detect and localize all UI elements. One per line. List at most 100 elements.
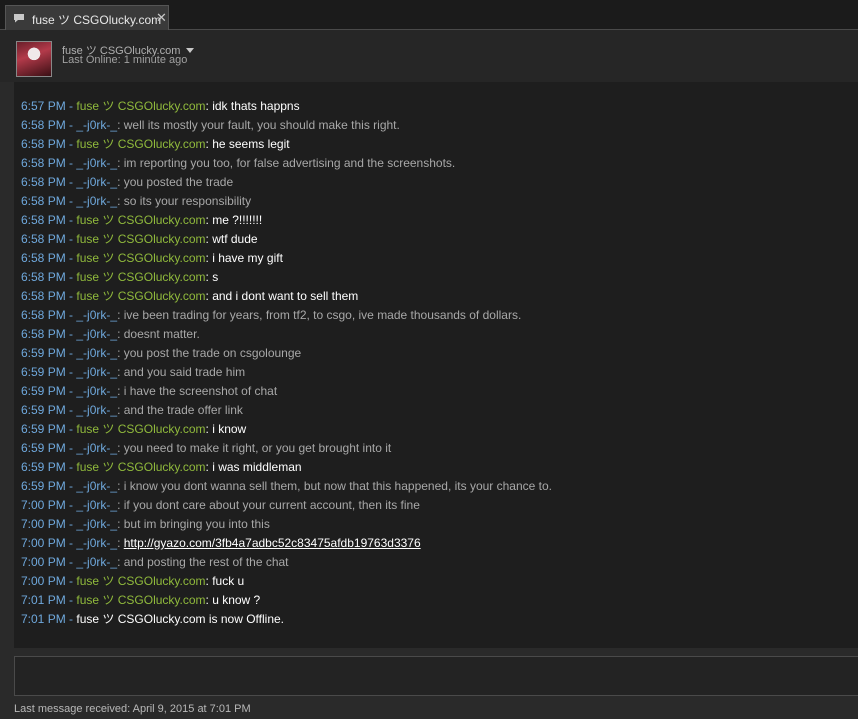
chat-log[interactable]: 6:57 PM - fuse ツ CSGOlucky.com: idk that… [14, 82, 858, 648]
message-colon: : [117, 327, 124, 341]
message-separator: - [65, 99, 77, 113]
message-colon: : [117, 194, 124, 208]
message-sender[interactable]: _-j0rk-_ [76, 156, 117, 170]
message-sender[interactable]: fuse ツ CSGOlucky.com [76, 270, 205, 284]
message-text: u know ? [212, 593, 261, 607]
message-colon: : [117, 118, 124, 132]
message-colon: : [117, 517, 124, 531]
message-separator: - [65, 612, 77, 626]
message-separator: - [65, 232, 77, 246]
message-timestamp: 6:57 PM [21, 99, 66, 113]
chat-message: 6:59 PM - _-j0rk-_: you need to make it … [21, 439, 391, 458]
message-colon: : [117, 365, 124, 379]
message-colon: : [117, 308, 124, 322]
close-icon[interactable]: ✕ [156, 10, 167, 26]
message-sender[interactable]: _-j0rk-_ [76, 536, 117, 550]
message-separator: - [65, 517, 77, 531]
message-sender[interactable]: fuse ツ CSGOlucky.com [76, 213, 205, 227]
message-separator: - [65, 479, 77, 493]
message-timestamp: 6:59 PM [21, 460, 66, 474]
message-sender[interactable]: fuse ツ CSGOlucky.com [76, 232, 205, 246]
chat-message: 6:59 PM - fuse ツ CSGOlucky.com: i know [21, 420, 246, 439]
message-text: you posted the trade [123, 175, 234, 189]
message-sender[interactable]: _-j0rk-_ [76, 118, 117, 132]
message-sender[interactable]: fuse ツ CSGOlucky.com [76, 422, 205, 436]
message-separator: - [65, 175, 77, 189]
message-timestamp: 6:58 PM [21, 156, 66, 170]
message-sender[interactable]: _-j0rk-_ [76, 384, 117, 398]
message-timestamp: 7:01 PM [21, 593, 66, 607]
message-text: i know you dont wanna sell them, but now… [123, 479, 552, 493]
message-colon: : [117, 441, 124, 455]
message-sender[interactable]: _-j0rk-_ [76, 498, 117, 512]
message-separator: - [65, 498, 77, 512]
chat-message: 7:00 PM - fuse ツ CSGOlucky.com: fuck u [21, 572, 244, 591]
message-input[interactable] [14, 656, 858, 696]
tab-bar: fuse ツ CSGOlucky.com ✕ [0, 0, 858, 31]
message-sender[interactable]: fuse ツ CSGOlucky.com [76, 593, 205, 607]
avatar[interactable] [16, 41, 52, 77]
chat-message: 6:58 PM - _-j0rk-_: you posted the trade [21, 173, 233, 192]
chat-message: 6:58 PM - fuse ツ CSGOlucky.com: me ?!!!!… [21, 211, 262, 230]
chat-message: 6:58 PM - fuse ツ CSGOlucky.com: wtf dude [21, 230, 258, 249]
message-sender[interactable]: fuse ツ CSGOlucky.com [76, 99, 205, 113]
message-timestamp: 7:00 PM [21, 536, 66, 550]
message-timestamp: 7:00 PM [21, 517, 66, 531]
message-sender[interactable]: _-j0rk-_ [76, 479, 117, 493]
chat-message: 6:59 PM - fuse ツ CSGOlucky.com: i was mi… [21, 458, 302, 477]
message-timestamp: 6:58 PM [21, 118, 66, 132]
chat-message: 6:58 PM - fuse ツ CSGOlucky.com: he seems… [21, 135, 290, 154]
message-sender[interactable]: _-j0rk-_ [76, 327, 117, 341]
message-sender[interactable]: fuse ツ CSGOlucky.com [76, 574, 205, 588]
message-text: i have the screenshot of chat [123, 384, 278, 398]
message-separator: - [65, 441, 77, 455]
chat-message: 7:00 PM - _-j0rk-_: and posting the rest… [21, 553, 289, 572]
message-sender[interactable]: _-j0rk-_ [76, 308, 117, 322]
message-timestamp: 7:00 PM [21, 574, 66, 588]
message-colon: : [117, 403, 124, 417]
chat-message: 7:00 PM - _-j0rk-_: if you dont care abo… [21, 496, 420, 515]
online-status: Last Online: 1 minute ago [62, 54, 188, 66]
message-sender[interactable]: _-j0rk-_ [76, 441, 117, 455]
message-sender[interactable]: _-j0rk-_ [76, 194, 117, 208]
message-text: me ?!!!!!!! [212, 213, 263, 227]
chat-message: 6:58 PM - _-j0rk-_: so its your responsi… [21, 192, 251, 211]
message-separator: - [65, 555, 77, 569]
message-sender[interactable]: _-j0rk-_ [76, 175, 117, 189]
message-separator: - [65, 156, 77, 170]
chat-message: 6:58 PM - fuse ツ CSGOlucky.com: and i do… [21, 287, 358, 306]
message-text: he seems legit [212, 137, 290, 151]
message-sender[interactable]: _-j0rk-_ [76, 346, 117, 360]
message-separator: - [65, 194, 77, 208]
message-separator: - [65, 574, 77, 588]
message-separator: - [65, 251, 77, 265]
message-sender[interactable]: fuse ツ CSGOlucky.com [76, 289, 205, 303]
chevron-down-icon[interactable] [186, 47, 195, 53]
system-message-text: fuse ツ CSGOlucky.com is now Offline. [76, 612, 284, 626]
message-separator: - [65, 403, 77, 417]
message-separator: - [65, 213, 77, 227]
message-colon: : [117, 175, 124, 189]
message-separator: - [65, 593, 77, 607]
message-link[interactable]: http://gyazo.com/3fb4a7adbc52c83475afdb1… [124, 536, 421, 550]
message-text: you post the trade on csgolounge [123, 346, 302, 360]
chat-message: 6:58 PM - _-j0rk-_: doesnt matter. [21, 325, 200, 344]
message-text: well its mostly your fault, you should m… [123, 118, 400, 132]
message-text: and you said trade him [123, 365, 246, 379]
message-sender[interactable]: _-j0rk-_ [76, 365, 117, 379]
message-separator: - [65, 137, 77, 151]
message-text: and posting the rest of the chat [123, 555, 289, 569]
message-sender[interactable]: _-j0rk-_ [76, 517, 117, 531]
message-sender[interactable]: _-j0rk-_ [76, 555, 117, 569]
message-sender[interactable]: fuse ツ CSGOlucky.com [76, 251, 205, 265]
message-text: i know [212, 422, 247, 436]
message-sender[interactable]: fuse ツ CSGOlucky.com [76, 137, 205, 151]
message-sender[interactable]: fuse ツ CSGOlucky.com [76, 460, 205, 474]
chat-message: 6:59 PM - _-j0rk-_: and you said trade h… [21, 363, 245, 382]
message-timestamp: 6:59 PM [21, 365, 66, 379]
chat-message: 6:59 PM - _-j0rk-_: and the trade offer … [21, 401, 243, 420]
message-sender[interactable]: _-j0rk-_ [76, 403, 117, 417]
chat-header: fuse ツ CSGOlucky.com Last Online: 1 minu… [0, 30, 858, 82]
chat-tab[interactable]: fuse ツ CSGOlucky.com ✕ [5, 5, 169, 31]
message-timestamp: 7:01 PM [21, 612, 66, 626]
